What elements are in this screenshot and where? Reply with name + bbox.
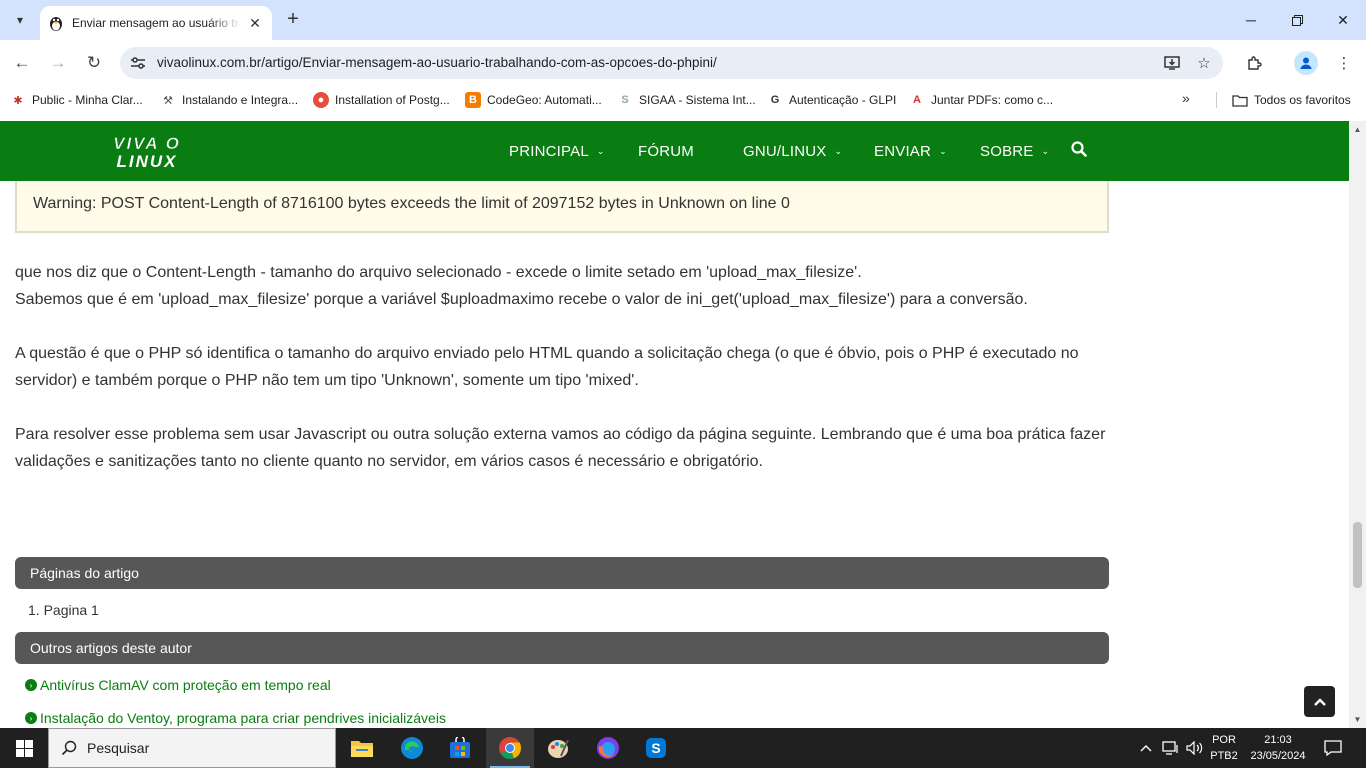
bookmark-item[interactable]: ● Installation of Postg... <box>313 90 450 110</box>
logo-line2: LINUX <box>117 152 178 171</box>
star-icon[interactable]: ☆ <box>1194 53 1214 73</box>
chevron-down-icon: ⌄ <box>1041 145 1050 156</box>
forward-icon[interactable]: → <box>44 49 72 77</box>
other-article-link[interactable]: › Instalação do Ventoy, programa para cr… <box>25 710 446 726</box>
bookmarks-bar: ✱ Public - Minha Clar... ⚒ Instalando e … <box>0 86 1366 114</box>
file-explorer-icon[interactable] <box>338 728 386 768</box>
scroll-up-icon[interactable]: ▲ <box>1349 125 1366 134</box>
blogger-icon: B <box>465 92 481 108</box>
bookmark-item[interactable]: A Juntar PDFs: como c... <box>909 90 1053 110</box>
elephant-icon: ● <box>313 92 329 108</box>
chevron-right-circle-icon: › <box>25 679 37 691</box>
tux-favicon <box>48 15 64 31</box>
site-header: VIVA O LINUX PRINCIPAL ⌄ FÓRUM GNU/LINUX ⌄… <box>0 121 1349 181</box>
network-icon[interactable] <box>1162 728 1180 768</box>
sigaa-icon: S <box>621 94 629 106</box>
extensions-icon[interactable] <box>1240 49 1268 77</box>
back-to-top-button[interactable] <box>1304 686 1335 717</box>
bookmark-item[interactable]: B CodeGeo: Automati... <box>465 90 602 110</box>
store-icon[interactable] <box>436 728 484 768</box>
svg-text:S: S <box>651 740 660 756</box>
close-icon[interactable]: ✕ <box>246 15 264 32</box>
other-article-link[interactable]: › Antivírus ClamAV com proteção em tempo… <box>25 677 331 693</box>
bookmarks-divider <box>1216 92 1217 108</box>
tool-icon: ⚒ <box>163 94 173 107</box>
bookmark-item[interactable]: ⚒ Instalando e Integra... <box>160 90 298 110</box>
paragraph-2: A questão é que o PHP só identifica o ta… <box>15 345 1079 389</box>
menu-sobre[interactable]: SOBRE ⌄ <box>980 121 1049 181</box>
pdf-icon: A <box>913 94 921 106</box>
menu-principal[interactable]: PRINCIPAL ⌄ <box>509 121 605 181</box>
profile-icon[interactable] <box>1294 51 1318 75</box>
plus-icon[interactable]: + <box>282 9 304 31</box>
menu-forum[interactable]: FÓRUM <box>638 121 694 181</box>
tab-strip: ▾ Enviar mensagem ao usuário trabalhando… <box>0 0 1366 40</box>
logo-line1: VIVA O <box>113 134 181 153</box>
windows-start-icon[interactable] <box>0 728 48 768</box>
tab-title: Enviar mensagem ao usuário trabalhando c… <box>72 16 242 30</box>
chevron-double-right-icon[interactable]: » <box>1182 90 1190 106</box>
windows-taskbar: Pesquisar S POR PTB2 21:03 23/05/2024 <box>0 728 1366 768</box>
paragraph-3: Para resolver esse problema sem usar Jav… <box>15 426 1106 470</box>
fish-icon: ✱ <box>13 94 23 107</box>
edge-icon[interactable] <box>388 728 436 768</box>
input-language[interactable]: POR PTB2 <box>1208 732 1240 764</box>
folder-icon <box>1232 92 1248 108</box>
browser-toolbar: ← → ↻ vivaolinux.com.br/artigo/Enviar-me… <box>0 40 1366 86</box>
search-icon[interactable] <box>1071 141 1089 159</box>
pages-list-item[interactable]: 1. Pagina 1 <box>28 602 99 618</box>
warning-text: Warning: POST Content-Length of 8716100 … <box>33 195 790 212</box>
bookmark-item[interactable]: ✱ Public - Minha Clar... <box>10 90 142 110</box>
restore-icon[interactable] <box>1274 0 1320 40</box>
skype-icon[interactable]: S <box>632 728 680 768</box>
scroll-down-icon[interactable]: ▼ <box>1349 715 1366 724</box>
all-bookmarks[interactable]: Todos os favoritos <box>1232 90 1351 110</box>
page-viewport: VIVA O LINUX PRINCIPAL ⌄ FÓRUM GNU/LINUX ⌄… <box>0 121 1366 728</box>
bookmark-item[interactable]: G Autenticação - GLPI <box>767 90 897 110</box>
notifications-icon[interactable] <box>1324 728 1342 768</box>
site-info-icon[interactable] <box>128 53 148 73</box>
install-app-icon[interactable] <box>1162 53 1182 73</box>
clock[interactable]: 21:03 23/05/2024 <box>1246 732 1310 764</box>
firefox-icon[interactable] <box>584 728 632 768</box>
chevron-up-icon <box>1313 697 1326 706</box>
active-tab[interactable]: Enviar mensagem ao usuário trabalhando c… <box>40 6 272 40</box>
kebab-menu-icon[interactable]: ⋮ <box>1330 49 1358 77</box>
paragraph-1-line-1: que nos diz que o Content-Length - taman… <box>15 264 862 281</box>
php-warning-box: Warning: POST Content-Length of 8716100 … <box>15 181 1109 233</box>
address-bar[interactable]: vivaolinux.com.br/artigo/Enviar-mensagem… <box>120 47 1223 79</box>
page-scrollbar[interactable]: ▲ ▼ <box>1349 121 1366 728</box>
chevron-down-icon: ⌄ <box>834 145 843 156</box>
chevron-down-icon: ⌄ <box>939 145 947 156</box>
pages-section-title: Páginas do artigo <box>15 557 1109 589</box>
glpi-icon: G <box>770 94 780 106</box>
chevron-right-circle-icon: › <box>25 712 37 724</box>
tab-search-icon[interactable]: ▾ <box>6 6 34 34</box>
other-articles-title: Outros artigos deste autor <box>15 632 1109 664</box>
site-logo[interactable]: VIVA O LINUX <box>102 132 192 172</box>
volume-icon[interactable] <box>1186 728 1204 768</box>
paint-icon[interactable] <box>534 728 582 768</box>
paragraph-1-line-2: Sabemos que é em 'upload_max_filesize' p… <box>15 291 1028 308</box>
minimize-icon[interactable]: ─ <box>1228 0 1274 40</box>
search-icon <box>61 740 77 756</box>
chevron-down-icon: ⌄ <box>596 145 605 156</box>
taskbar-search-input[interactable]: Pesquisar <box>48 728 336 768</box>
chrome-icon[interactable] <box>486 728 534 768</box>
close-window-icon[interactable]: ✕ <box>1320 0 1366 40</box>
scroll-thumb[interactable] <box>1353 522 1362 588</box>
reload-icon[interactable]: ↻ <box>80 49 108 77</box>
back-icon[interactable]: ← <box>8 49 36 77</box>
bookmark-item[interactable]: S SIGAA - Sistema Int... <box>617 90 755 110</box>
chevron-up-icon[interactable] <box>1140 728 1152 768</box>
menu-gnu-linux[interactable]: GNU/LINUX ⌄ <box>743 121 842 181</box>
url-text[interactable]: vivaolinux.com.br/artigo/Enviar-mensagem… <box>157 55 717 70</box>
menu-enviar[interactable]: ENVIAR ⌄ <box>874 121 947 181</box>
